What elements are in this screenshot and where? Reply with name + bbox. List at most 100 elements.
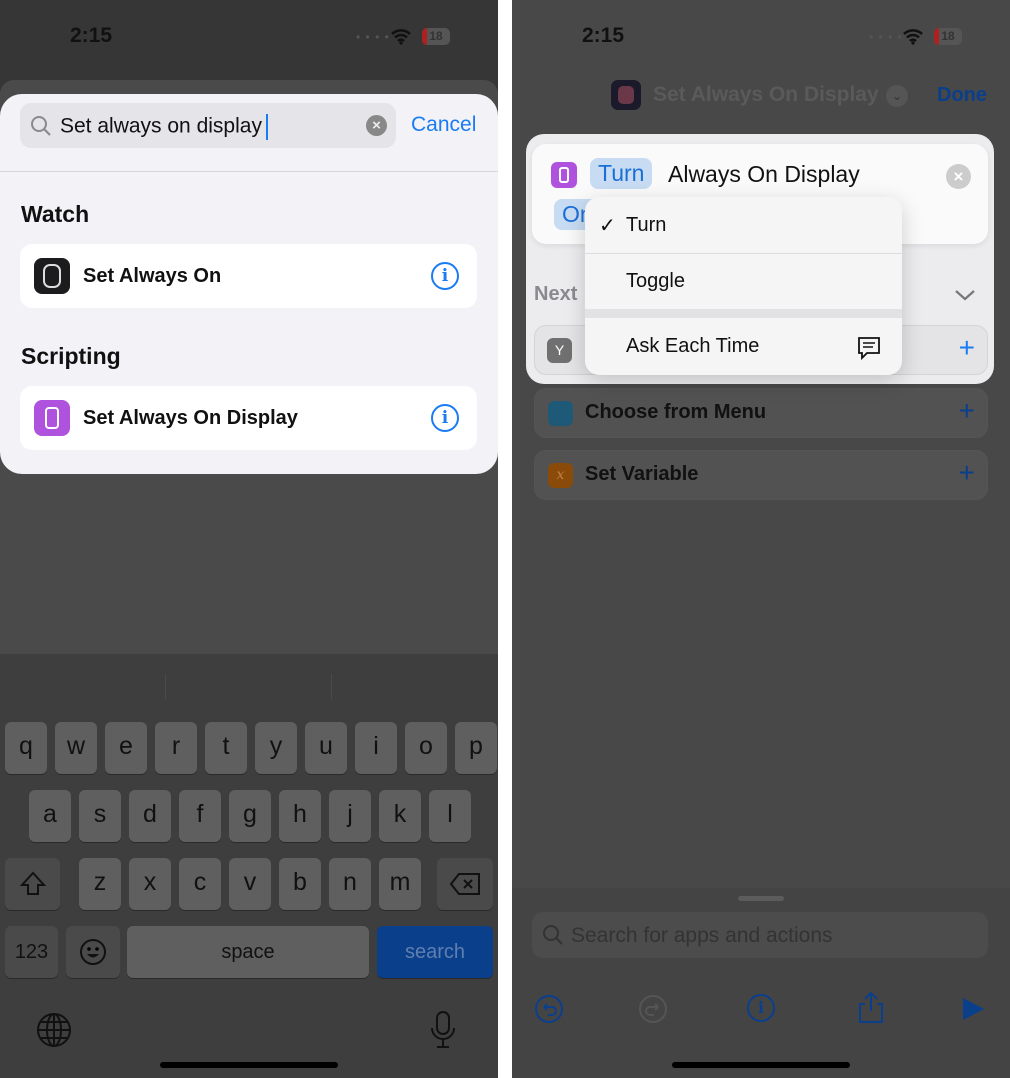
menu-item-toggle[interactable]: Toggle: [585, 254, 902, 309]
checkmark-icon: ✓: [599, 215, 616, 237]
emoji-key[interactable]: [66, 926, 120, 978]
drag-handle[interactable]: [738, 896, 784, 901]
key-x[interactable]: x: [129, 858, 171, 910]
key-k[interactable]: k: [379, 790, 421, 842]
variable-icon: x: [548, 463, 573, 488]
result-set-always-on[interactable]: Set Always On i: [20, 244, 477, 308]
menu-item-ask-each-time[interactable]: Ask Each Time: [585, 318, 902, 375]
add-icon[interactable]: +: [959, 395, 975, 427]
section-title-watch: Watch: [21, 201, 90, 227]
key-h[interactable]: h: [279, 790, 321, 842]
search-input[interactable]: Set always on display: [60, 115, 262, 138]
numbers-key[interactable]: 123: [5, 926, 58, 978]
search-key[interactable]: search: [377, 926, 493, 978]
key-q[interactable]: q: [5, 722, 47, 774]
next-label: Next: [534, 283, 578, 305]
speech-bubble-icon: [858, 337, 880, 361]
shortcut-title[interactable]: Set Always On Display: [653, 83, 879, 107]
suggestion-label: Choose from Menu: [585, 401, 767, 423]
share-icon[interactable]: [857, 990, 885, 1024]
shortcuts-app-icon: [611, 80, 641, 110]
redo-icon[interactable]: [638, 994, 668, 1024]
chevron-down-icon[interactable]: [954, 288, 976, 302]
key-c[interactable]: c: [179, 858, 221, 910]
menu-item-turn[interactable]: ✓ Turn: [585, 197, 902, 253]
key-b[interactable]: b: [279, 858, 321, 910]
suggestion-set-variable[interactable]: x Set Variable +: [534, 450, 988, 500]
status-time: 2:15: [70, 24, 113, 47]
clear-search-button[interactable]: ×: [366, 115, 387, 136]
menu-icon: [548, 401, 573, 426]
key-y[interactable]: y: [255, 722, 297, 774]
key-p[interactable]: p: [455, 722, 497, 774]
suggestion-choose-from-menu[interactable]: Choose from Menu +: [534, 388, 988, 438]
key-i[interactable]: i: [355, 722, 397, 774]
chevron-down-icon[interactable]: ⌄: [886, 85, 908, 107]
key-g[interactable]: g: [229, 790, 271, 842]
verb-parameter[interactable]: Turn: [590, 158, 653, 189]
signal-icon: • • • •: [356, 30, 390, 44]
battery-icon: 18: [934, 28, 962, 45]
info-icon[interactable]: i: [431, 262, 459, 290]
space-key[interactable]: space: [127, 926, 369, 978]
status-time: 2:15: [582, 24, 625, 47]
phone-icon: [34, 400, 70, 436]
add-icon[interactable]: +: [959, 332, 975, 364]
keyboard: 123 space search qwertyuiop asdfghjkl zxcv…: [0, 654, 498, 1078]
emoji-icon: [80, 939, 106, 965]
menu-item-label: Toggle: [626, 270, 685, 292]
key-o[interactable]: o: [405, 722, 447, 774]
key-w[interactable]: w: [55, 722, 97, 774]
shift-key[interactable]: [5, 858, 60, 910]
result-label: Set Always On: [83, 265, 222, 287]
done-button[interactable]: Done: [937, 84, 987, 107]
menu-item-label: Turn: [626, 214, 667, 236]
key-l[interactable]: l: [429, 790, 471, 842]
key-j[interactable]: j: [329, 790, 371, 842]
key-s[interactable]: s: [79, 790, 121, 842]
result-label: Set Always On Display: [83, 407, 298, 429]
play-icon[interactable]: [960, 996, 986, 1022]
suggestion-label: Set Variable: [585, 463, 699, 485]
actions-search-placeholder: Search for apps and actions: [571, 924, 833, 947]
phone-icon: [551, 162, 577, 188]
home-indicator: [672, 1062, 850, 1068]
actions-search-field[interactable]: Search for apps and actions: [532, 912, 988, 958]
cancel-button[interactable]: Cancel: [411, 113, 476, 137]
suggestion-divider: [165, 674, 166, 700]
divider: [585, 309, 902, 318]
result-set-always-on-display[interactable]: Set Always On Display i: [20, 386, 477, 450]
add-icon[interactable]: +: [959, 457, 975, 489]
key-m[interactable]: m: [379, 858, 421, 910]
search-icon: [543, 925, 563, 945]
key-n[interactable]: n: [329, 858, 371, 910]
menu-item-label: Ask Each Time: [626, 335, 760, 357]
key-u[interactable]: u: [305, 722, 347, 774]
key-d[interactable]: d: [129, 790, 171, 842]
key-f[interactable]: f: [179, 790, 221, 842]
section-title-scripting: Scripting: [21, 343, 121, 369]
battery-icon: 18: [422, 28, 450, 45]
signal-icon: • • • •: [869, 30, 903, 44]
globe-icon[interactable]: [36, 1012, 72, 1048]
remove-action-button[interactable]: ×: [946, 164, 971, 189]
home-indicator: [160, 1062, 338, 1068]
wifi-icon: [903, 29, 923, 45]
search-field[interactable]: Set always on display ×: [20, 103, 396, 148]
undo-icon[interactable]: [534, 994, 564, 1024]
key-e[interactable]: e: [105, 722, 147, 774]
wifi-icon: [391, 29, 411, 45]
left-screen: 2:15 • • • • 18 Set always on display × …: [0, 0, 498, 1078]
info-icon[interactable]: i: [431, 404, 459, 432]
right-screen: 2:15 • • • • 18 Set Always On Display ⌄ …: [512, 0, 1010, 1078]
key-z[interactable]: z: [79, 858, 121, 910]
key-r[interactable]: r: [155, 722, 197, 774]
search-icon: [31, 116, 51, 136]
delete-key[interactable]: [437, 858, 493, 910]
microphone-icon[interactable]: [428, 1010, 458, 1050]
key-a[interactable]: a: [29, 790, 71, 842]
text-cursor: [265, 114, 268, 140]
info-icon[interactable]: i: [747, 994, 775, 1022]
key-v[interactable]: v: [229, 858, 271, 910]
key-t[interactable]: t: [205, 722, 247, 774]
